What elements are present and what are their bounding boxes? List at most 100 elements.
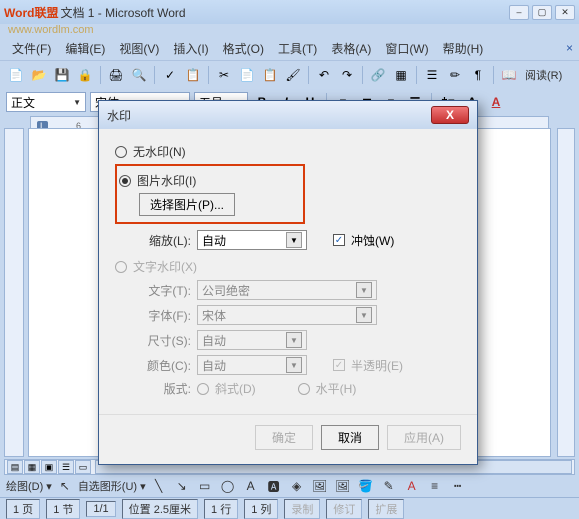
doc-map-icon[interactable]: ¶ <box>468 65 488 85</box>
status-col: 1 列 <box>244 499 278 519</box>
radio-icon <box>115 261 127 273</box>
outline-view-icon[interactable]: ☰ <box>58 460 74 474</box>
arrow-icon[interactable]: ↘ <box>172 476 192 496</box>
spell-icon[interactable]: ✓ <box>160 65 180 85</box>
save-icon[interactable]: 💾 <box>52 65 72 85</box>
normal-view-icon[interactable]: ▤ <box>7 460 23 474</box>
cut-icon[interactable]: ✂ <box>214 65 234 85</box>
radio-icon <box>197 383 209 395</box>
picture-icon[interactable]: 🖼 <box>333 476 353 496</box>
select-icon[interactable]: ↖ <box>55 476 75 496</box>
scale-combo[interactable]: 自动▼ <box>197 230 307 250</box>
drawing-icon[interactable]: ✏ <box>445 65 465 85</box>
radio-icon <box>298 383 310 395</box>
menu-format[interactable]: 格式(O) <box>217 38 270 59</box>
autoshape-menu[interactable]: 自选图形(U) <box>78 478 137 494</box>
dialog-title: 水印 <box>107 107 131 124</box>
maximize-button[interactable]: ▢ <box>532 5 552 20</box>
web-view-icon[interactable]: ▦ <box>24 460 40 474</box>
status-ext: 扩展 <box>368 499 404 519</box>
menu-insert[interactable]: 插入(I) <box>167 38 214 59</box>
text-watermark-option[interactable]: 文字水印(X) <box>115 258 461 275</box>
menu-file[interactable]: 文件(F) <box>6 38 57 59</box>
font-color-icon-2[interactable]: A <box>402 476 422 496</box>
permission-icon[interactable]: 🔒 <box>75 65 95 85</box>
print-icon[interactable]: 🖨 <box>106 65 126 85</box>
open-icon[interactable]: 📂 <box>29 65 49 85</box>
rect-icon[interactable]: ▭ <box>195 476 215 496</box>
dialog-close-button[interactable]: X <box>431 106 469 124</box>
link-icon[interactable]: 🔗 <box>368 65 388 85</box>
close-button[interactable]: ✕ <box>555 5 575 20</box>
size-combo-wm: 自动▼ <box>197 330 307 350</box>
scale-label: 缩放(L): <box>135 232 191 249</box>
format-painter-icon[interactable]: 🖌 <box>283 65 303 85</box>
select-picture-button[interactable]: 选择图片(P)... <box>139 193 235 216</box>
menu-view[interactable]: 视图(V) <box>113 38 165 59</box>
copy-icon[interactable]: 📄 <box>237 65 257 85</box>
preview-icon[interactable]: 🔍 <box>129 65 149 85</box>
status-pages: 1/1 <box>86 501 115 517</box>
standard-toolbar: 📄 📂 💾 🔒 🖨 🔍 ✓ 📋 ✂ 📄 📋 🖌 ↶ ↷ 🔗 ▦ ☰ ✏ ¶ 📖 … <box>0 60 579 88</box>
picture-watermark-option[interactable]: 图片水印(I) <box>119 172 299 189</box>
menu-window[interactable]: 窗口(W) <box>379 38 434 59</box>
menu-table[interactable]: 表格(A) <box>325 38 377 59</box>
oval-icon[interactable]: ◯ <box>218 476 238 496</box>
clipart-icon[interactable]: 🖼 <box>310 476 330 496</box>
status-section: 1 节 <box>46 499 80 519</box>
apply-button[interactable]: 应用(A) <box>387 425 461 450</box>
color-combo: 自动▼ <box>197 355 307 375</box>
diagram-icon[interactable]: ◈ <box>287 476 307 496</box>
semi-label: 半透明(E) <box>351 357 403 374</box>
minimize-button[interactable]: – <box>509 5 529 20</box>
draw-menu[interactable]: 绘图(D) <box>6 478 43 494</box>
wash-checkbox[interactable]: ✓ <box>333 234 345 246</box>
columns-icon[interactable]: ☰ <box>422 65 442 85</box>
radio-icon <box>115 146 127 158</box>
font-color-icon[interactable]: A <box>486 92 506 112</box>
watermark-url: www.wordlm.com <box>0 24 579 36</box>
status-page: 1 页 <box>6 499 40 519</box>
window-title: 文档 1 - Microsoft Word <box>60 4 185 21</box>
cancel-button[interactable]: 取消 <box>321 425 379 450</box>
layout-label: 版式: <box>135 380 191 397</box>
reading-view-icon[interactable]: ▭ <box>75 460 91 474</box>
menu-tools[interactable]: 工具(T) <box>272 38 323 59</box>
style-combo[interactable]: 正文▼ <box>6 92 86 112</box>
line-style-icon[interactable]: ≡ <box>425 476 445 496</box>
radio-icon <box>119 175 131 187</box>
wordart-icon[interactable]: 🅰 <box>264 476 284 496</box>
color-label: 颜色(C): <box>135 357 191 374</box>
vertical-scrollbar[interactable] <box>557 128 575 457</box>
status-rec: 录制 <box>284 499 320 519</box>
paste-icon[interactable]: 📋 <box>260 65 280 85</box>
size-label: 尺寸(S): <box>135 332 191 349</box>
font-label: 字体(F): <box>135 307 191 324</box>
textbox-icon[interactable]: A <box>241 476 261 496</box>
statusbar: 1 页 1 节 1/1 位置 2.5厘米 1 行 1 列 录制 修订 扩展 <box>0 497 579 519</box>
print-view-icon[interactable]: ▣ <box>41 460 57 474</box>
watermark-dialog: 水印 X 无水印(N) 图片水印(I) 选择图片(P)... 缩放(L): 自动… <box>98 100 478 465</box>
vertical-ruler[interactable] <box>4 128 24 457</box>
no-watermark-option[interactable]: 无水印(N) <box>115 143 461 160</box>
book-icon[interactable]: 📖 <box>499 65 519 85</box>
line-color-icon[interactable]: ✎ <box>379 476 399 496</box>
menu-help[interactable]: 帮助(H) <box>437 38 490 59</box>
undo-icon[interactable]: ↶ <box>314 65 334 85</box>
reading-label[interactable]: 阅读(R) <box>522 67 565 83</box>
menu-edit[interactable]: 编辑(E) <box>59 38 111 59</box>
font-combo-wm: 宋体▼ <box>197 305 377 325</box>
research-icon[interactable]: 📋 <box>183 65 203 85</box>
redo-icon[interactable]: ↷ <box>337 65 357 85</box>
titlebar: Word联盟 文档 1 - Microsoft Word – ▢ ✕ <box>0 0 579 24</box>
new-doc-icon[interactable]: 📄 <box>6 65 26 85</box>
line-icon[interactable]: ╲ <box>149 476 169 496</box>
dash-style-icon[interactable]: ┅ <box>448 476 468 496</box>
ok-button[interactable]: 确定 <box>255 425 313 450</box>
text-label: 文字(T): <box>135 282 191 299</box>
table-icon[interactable]: ▦ <box>391 65 411 85</box>
help-input[interactable]: × <box>566 41 573 55</box>
wash-label: 冲蚀(W) <box>351 232 394 249</box>
fill-color-icon[interactable]: 🪣 <box>356 476 376 496</box>
status-rev: 修订 <box>326 499 362 519</box>
